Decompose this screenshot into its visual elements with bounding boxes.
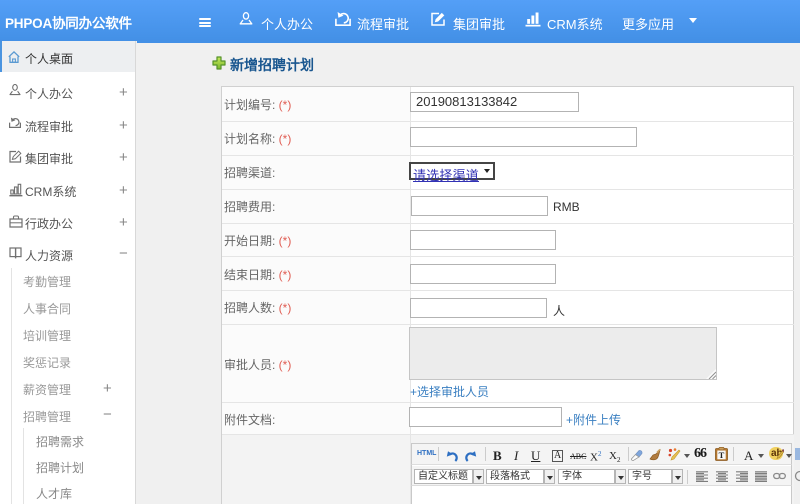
- svg-text:T: T: [719, 450, 725, 460]
